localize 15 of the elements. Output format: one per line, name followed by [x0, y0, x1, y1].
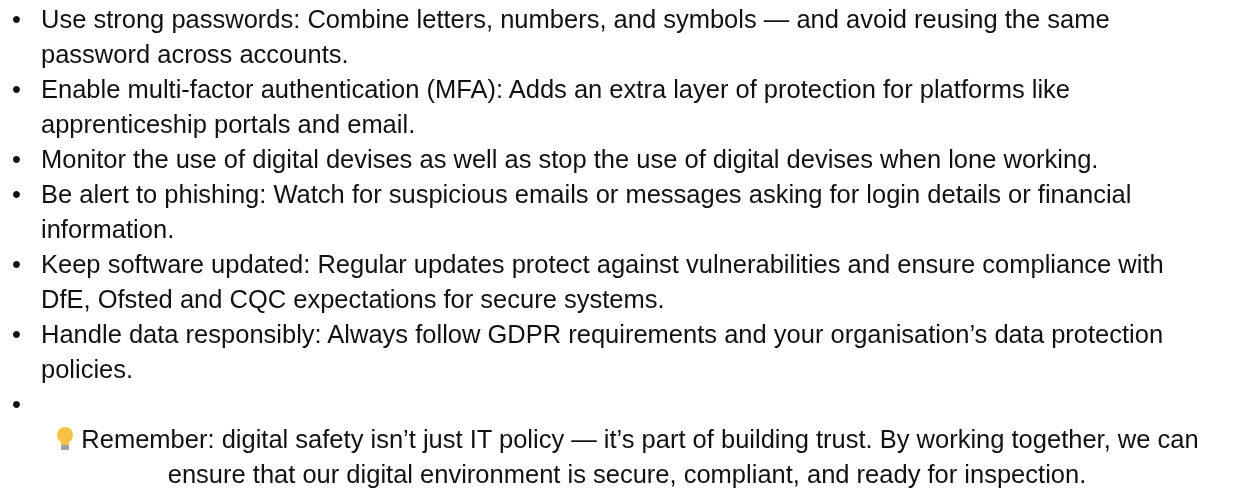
bullet-text: Keep software updated: Regular updates protect against vulnerabilities and ensure compliance with DfE, Ofsted and CQC expectations for secure systems. — [41, 249, 1165, 315]
reminder-text: Remember: digital safety isn’t just IT policy — it’s part of building trust. By working together, we can ensure that our digital environment is secure, compliant, and ready for inspection. — [81, 425, 1199, 488]
bullet-text: Enable multi-factor authentication (MFA): Adds an extra layer of protection for platforms like apprenticeship portals and email. — [41, 74, 1071, 140]
bullet-marker: • — [11, 249, 22, 280]
bullet-marker: • — [11, 389, 22, 420]
bullet-marker: • — [11, 179, 22, 210]
bullet-text: Be alert to phishing: Watch for suspicious emails or messages asking for login details or financial information. — [41, 179, 1133, 245]
bullet-marker: • — [11, 144, 22, 175]
light-bulb-icon — [55, 426, 76, 452]
bullet-text: Use strong passwords: Combine letters, numbers, and symbols — and avoid reusing the same password across accounts. — [41, 4, 1111, 70]
bullet-text: Handle data responsibly: Always follow GDPR requirements and your organisation’s data protection policies. — [41, 319, 1165, 385]
bullet-text: Monitor the use of digital devises as well as stop the use of digital devises when lone working. — [41, 144, 1099, 175]
bullet-marker: • — [11, 4, 22, 35]
bullet-marker: • — [11, 74, 22, 105]
bullet-marker: • — [11, 319, 22, 350]
